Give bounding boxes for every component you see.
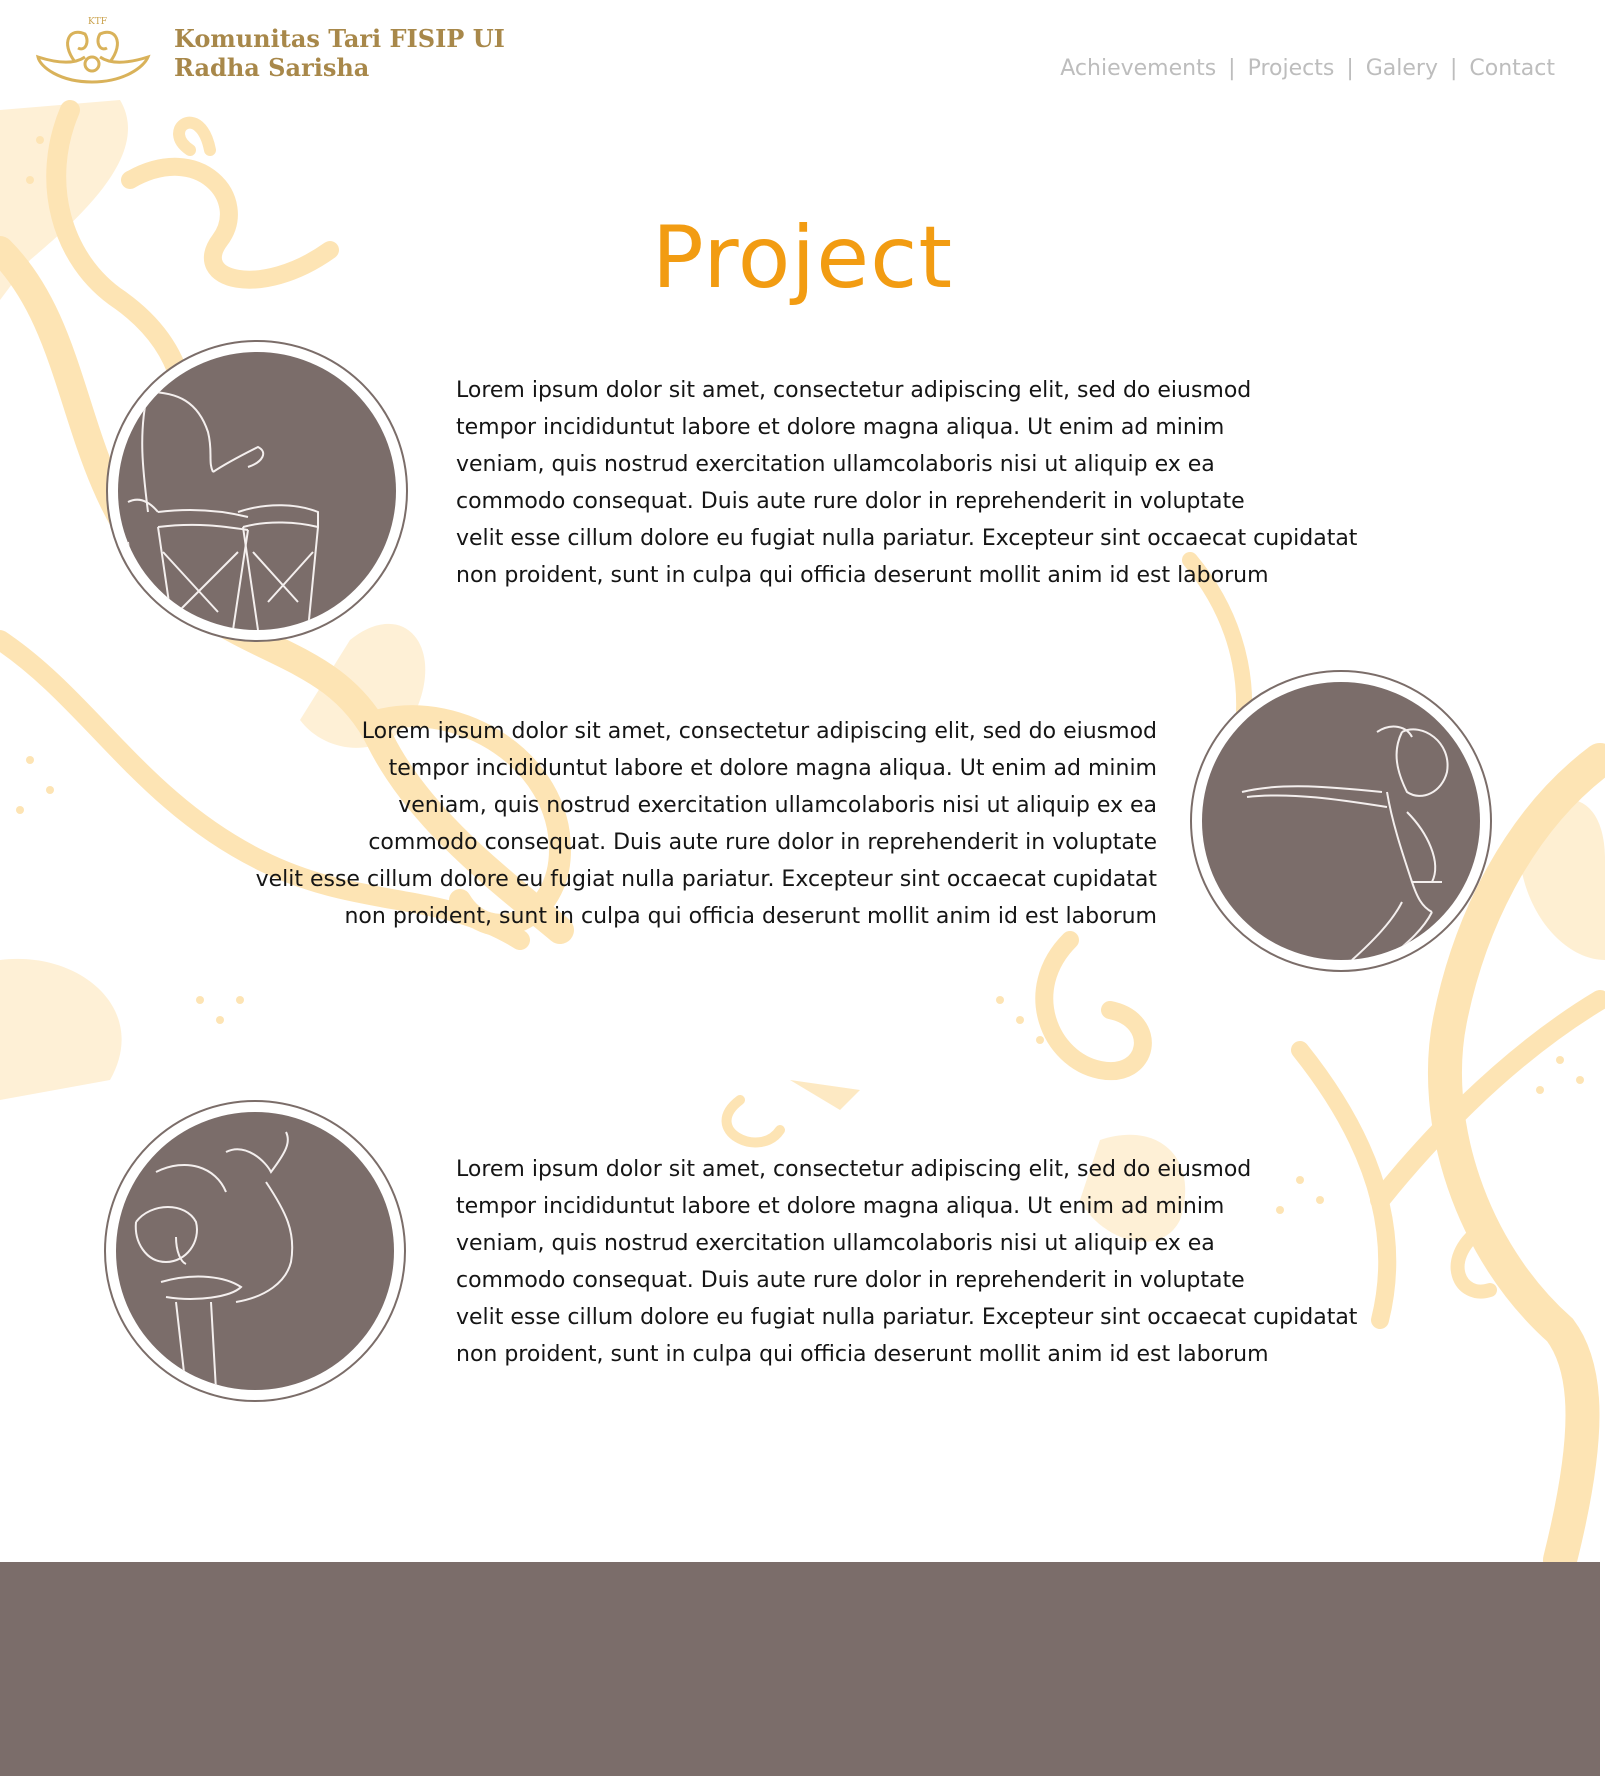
logo-text: KTF (88, 17, 107, 27)
drummer-illustration (127, 391, 319, 630)
nav-achievements[interactable]: Achievements (1060, 56, 1216, 81)
project-image-fan-dancer[interactable] (104, 1100, 406, 1402)
nav-separator: | (1449, 56, 1458, 81)
project-description-3: Lorem ipsum dolor sit amet, consectetur … (456, 1157, 1358, 1367)
ktf-logo[interactable]: KTF (30, 12, 155, 90)
nav-separator: | (1228, 56, 1236, 81)
nav-projects[interactable]: Projects (1248, 56, 1335, 81)
brand-name: Komunitas Tari FISIP UI (174, 24, 505, 53)
main-nav: Achievements | Projects | Galery | Conta… (1060, 56, 1555, 81)
project-image-drummer[interactable] (106, 340, 408, 642)
nav-galery[interactable]: Galery (1366, 56, 1438, 81)
project-description-2: Lorem ipsum dolor sit amet, consectetur … (255, 719, 1157, 929)
site-footer (0, 1562, 1600, 1776)
nav-contact[interactable]: Contact (1469, 56, 1555, 81)
fan-dancer-illustration (134, 1131, 294, 1390)
project-image-dancer[interactable] (1190, 670, 1492, 972)
dancer-illustration (1241, 725, 1449, 960)
project-description-1: Lorem ipsum dolor sit amet, consectetur … (456, 378, 1358, 588)
site-header: KTF Komunitas Tari FISIP UI Radha Sarish… (0, 0, 1605, 100)
nav-separator: | (1346, 56, 1354, 81)
brand-subtitle: Radha Sarisha (174, 53, 370, 82)
page-title: Project (651, 208, 954, 308)
